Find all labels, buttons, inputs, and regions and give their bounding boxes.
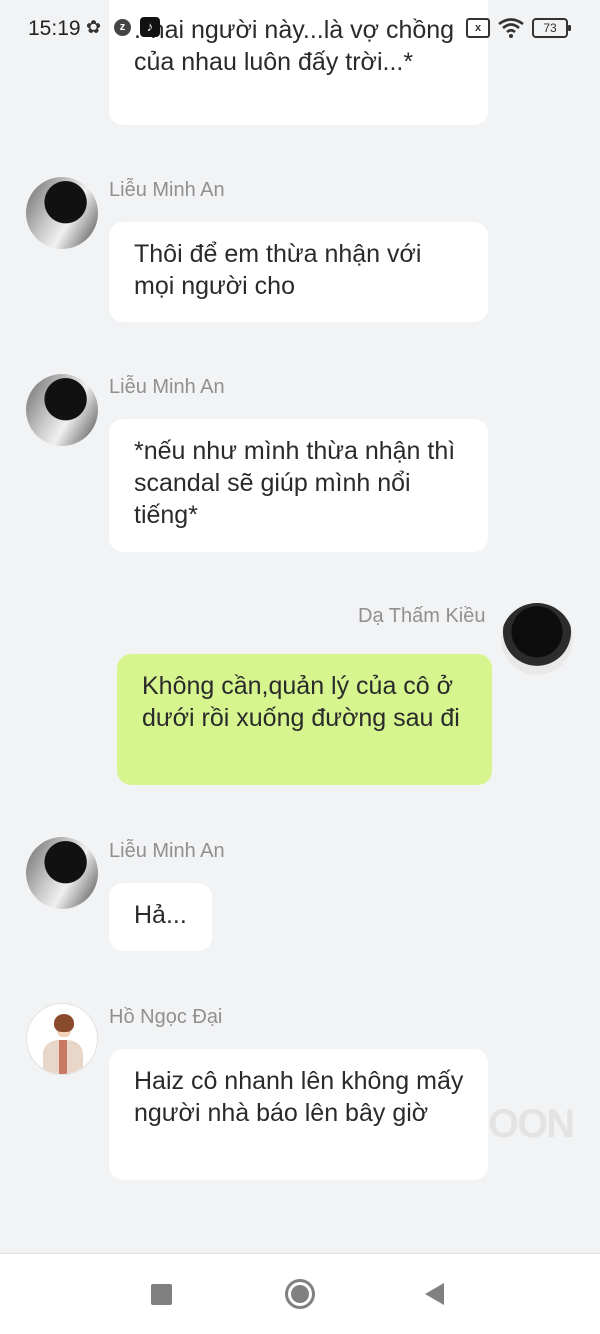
- avatar[interactable]: [26, 177, 98, 249]
- watermark: OON: [488, 1102, 575, 1146]
- status-time: 15:19: [28, 17, 81, 40]
- gear-icon: ✿: [86, 17, 102, 37]
- status-icons: x 73: [466, 18, 571, 38]
- sim-icon: x: [466, 18, 490, 38]
- avatar[interactable]: [26, 837, 98, 909]
- battery-icon: 73: [532, 18, 571, 38]
- message-bubble: Haiz cô nhanh lên không mấy người nhà bá…: [109, 1049, 488, 1180]
- wifi-icon: [498, 18, 524, 38]
- sender-name: Liễu Minh An: [109, 376, 225, 398]
- message-bubble: Thôi để em thừa nhận với mọi người cho: [109, 222, 488, 322]
- zalo-icon: z: [114, 19, 131, 36]
- sender-name: Liễu Minh An: [109, 840, 225, 862]
- sender-name: Dạ Thấm Kiều: [358, 605, 486, 627]
- message-bubble: Hả...: [109, 883, 212, 951]
- message-bubble-mine: Không cần,quản lý của cô ở dưới rồi xuốn…: [117, 654, 492, 785]
- avatar-hair: [54, 1014, 74, 1032]
- tiktok-icon: ♪: [140, 17, 160, 37]
- triangle-back-icon[interactable]: [425, 1283, 444, 1305]
- sender-name: Hồ Ngọc Đại: [109, 1006, 223, 1028]
- circle-icon[interactable]: [285, 1279, 315, 1309]
- status-bar: 15:19 ✿ z ♪ x 73: [0, 0, 600, 58]
- navigation-bar: [0, 1253, 600, 1334]
- sender-name: Liễu Minh An: [109, 179, 225, 201]
- message-bubble: *nếu như mình thừa nhận thì scandal sẽ g…: [109, 419, 488, 552]
- square-icon[interactable]: [151, 1284, 172, 1305]
- avatar-figure: [43, 1040, 83, 1074]
- avatar[interactable]: [26, 1003, 98, 1075]
- avatar[interactable]: [501, 603, 573, 675]
- avatar[interactable]: [26, 374, 98, 446]
